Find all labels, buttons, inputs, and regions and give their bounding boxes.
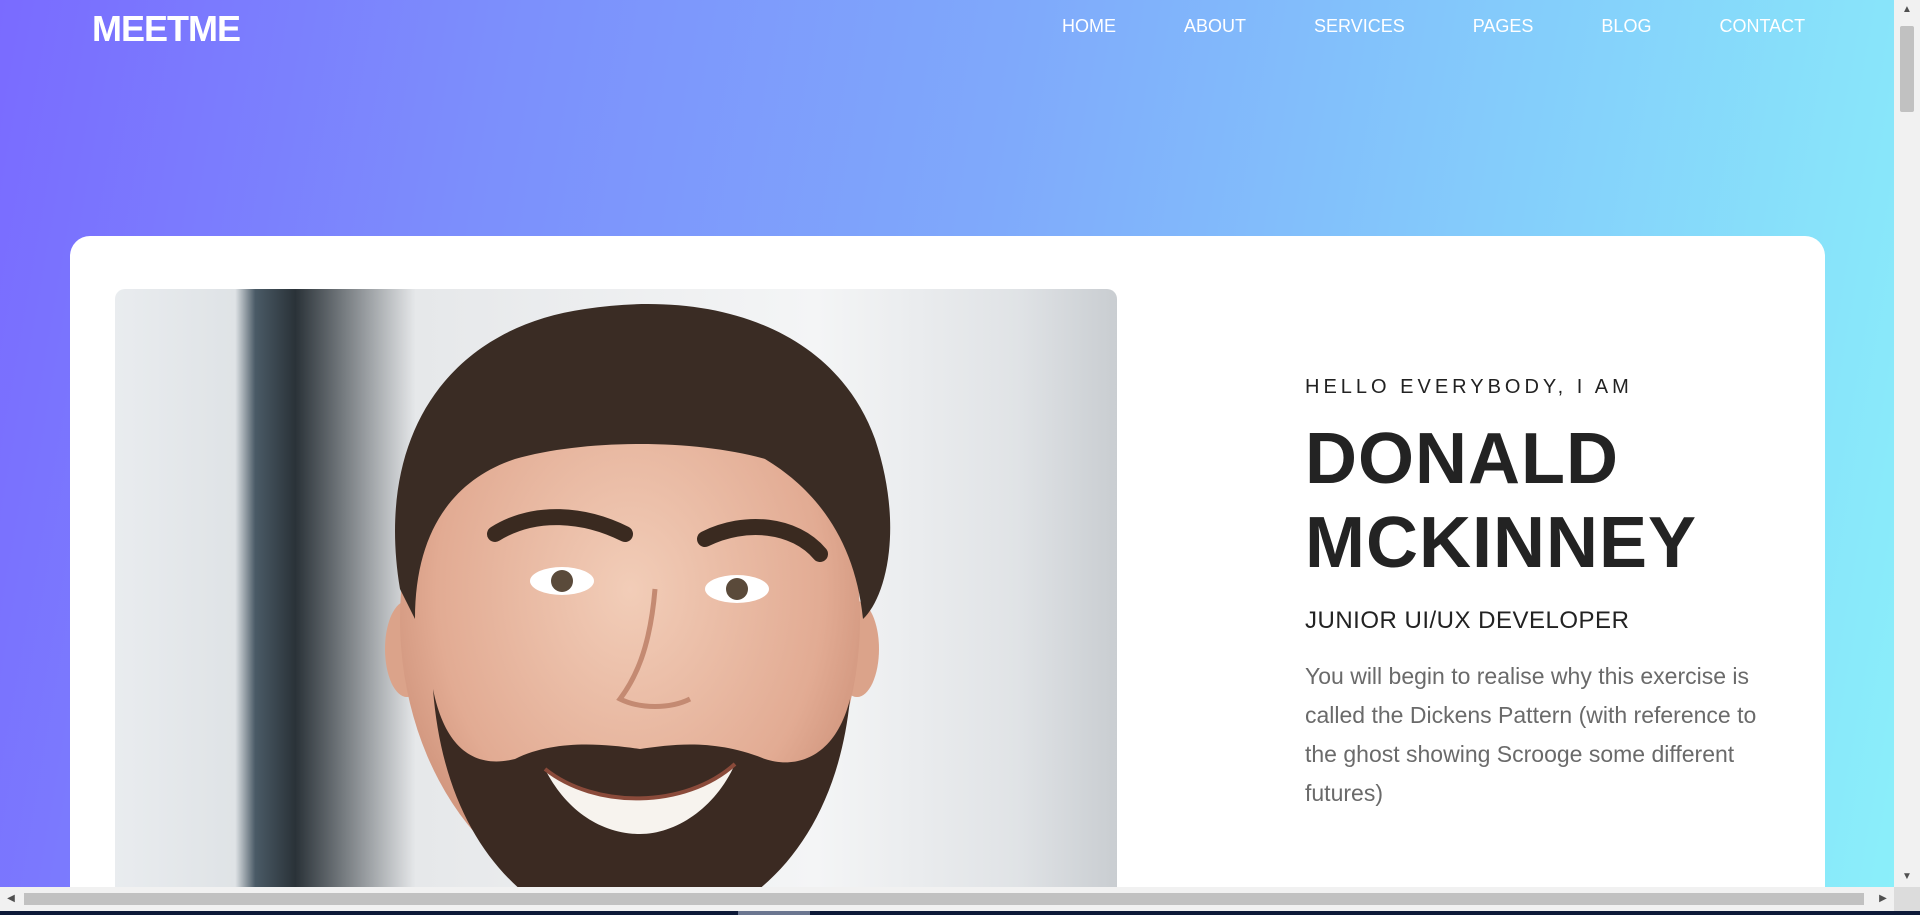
main-nav: HOME ABOUT SERVICES PAGES BLOG CONTACT	[1062, 15, 1805, 37]
name-line-2: MCKINNEY	[1305, 503, 1698, 583]
hero-card: HELLO EVERYBODY, I AM DONALD MCKINNEY JU…	[70, 236, 1825, 887]
page-viewport: MEETME HOME ABOUT SERVICES PAGES BLOG CO…	[0, 0, 1894, 887]
nav-services[interactable]: SERVICES	[1314, 15, 1405, 37]
scroll-up-icon[interactable]: ▲	[1894, 0, 1920, 20]
nav-home[interactable]: HOME	[1062, 15, 1116, 37]
scrollbar-corner	[1894, 887, 1920, 911]
vertical-scrollbar[interactable]: ▲ ▼	[1894, 0, 1920, 887]
profile-photo	[115, 289, 1117, 887]
horizontal-scrollbar[interactable]: ◀ ▶	[0, 887, 1894, 911]
nav-contact[interactable]: CONTACT	[1719, 15, 1805, 37]
taskbar-indicator	[738, 911, 810, 915]
intro-description: You will begin to realise why this exerc…	[1305, 663, 1757, 806]
nav-blog[interactable]: BLOG	[1601, 15, 1651, 37]
scroll-left-icon[interactable]: ◀	[0, 887, 22, 911]
person-name: DONALD MCKINNEY	[1305, 417, 1785, 585]
horizontal-scroll-thumb[interactable]	[24, 893, 1864, 905]
intro-block: HELLO EVERYBODY, I AM DONALD MCKINNEY JU…	[1305, 376, 1785, 813]
site-logo[interactable]: MEETME	[92, 8, 241, 50]
portrait-illustration	[385, 304, 891, 887]
name-line-1: DONALD	[1305, 419, 1619, 499]
scroll-down-icon[interactable]: ▼	[1894, 867, 1920, 887]
greeting-text: HELLO EVERYBODY, I AM	[1305, 376, 1633, 398]
job-title: JUNIOR UI/UX DEVELOPER	[1305, 607, 1630, 634]
taskbar-edge	[0, 911, 1920, 915]
vertical-scroll-thumb[interactable]	[1900, 26, 1914, 112]
scroll-right-icon[interactable]: ▶	[1872, 887, 1894, 911]
nav-about[interactable]: ABOUT	[1184, 15, 1246, 37]
nav-pages[interactable]: PAGES	[1473, 15, 1534, 37]
